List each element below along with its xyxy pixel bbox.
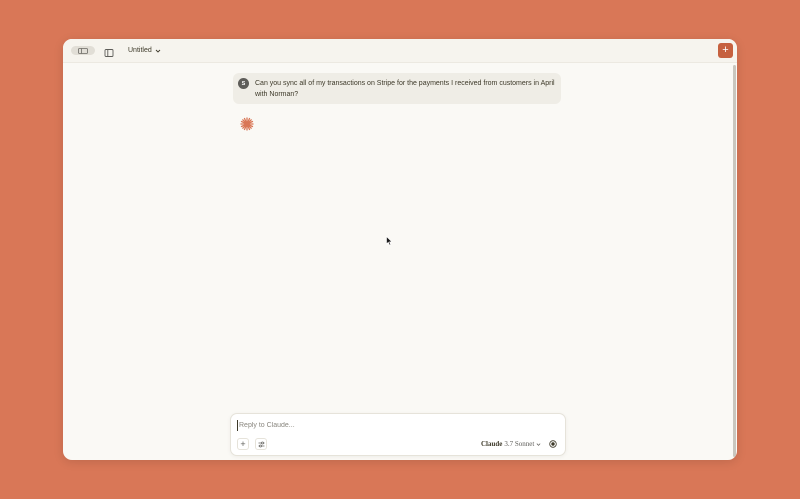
model-brand: Claude — [481, 440, 503, 448]
plus-icon: + — [240, 438, 246, 449]
model-version: 3.7 Sonnet — [504, 440, 535, 448]
message-composer: + Claude 3.7 Sonnet — [230, 413, 566, 456]
plus-icon: + — [722, 44, 729, 56]
user-message-text: Can you sync all of my transactions on S… — [255, 80, 555, 98]
sidebar-panel-icon[interactable] — [104, 45, 114, 57]
new-chat-button[interactable]: + — [718, 43, 733, 58]
avatar: S — [238, 78, 249, 89]
app-window: Untitled + S Can you sync all of my tran… — [63, 39, 737, 460]
attach-button[interactable]: + — [237, 438, 249, 450]
model-selector[interactable]: Claude 3.7 Sonnet — [481, 439, 541, 449]
sliders-icon — [258, 441, 264, 447]
chevron-down-icon — [536, 442, 541, 446]
record-button[interactable] — [547, 438, 559, 450]
mouse-cursor-icon — [386, 236, 393, 246]
chat-title: Untitled — [128, 47, 152, 54]
claude-spark-icon — [240, 117, 254, 131]
scrollbar[interactable] — [733, 65, 736, 457]
chat-title-dropdown[interactable]: Untitled — [128, 44, 161, 57]
user-message: S Can you sync all of my transactions on… — [233, 73, 561, 104]
title-bar: Untitled + — [63, 39, 737, 63]
record-icon — [549, 440, 557, 448]
tools-button[interactable] — [255, 438, 267, 450]
chevron-down-icon — [155, 49, 161, 53]
reply-input[interactable] — [237, 420, 539, 431]
sidebar-toggle-icon[interactable] — [71, 46, 95, 55]
